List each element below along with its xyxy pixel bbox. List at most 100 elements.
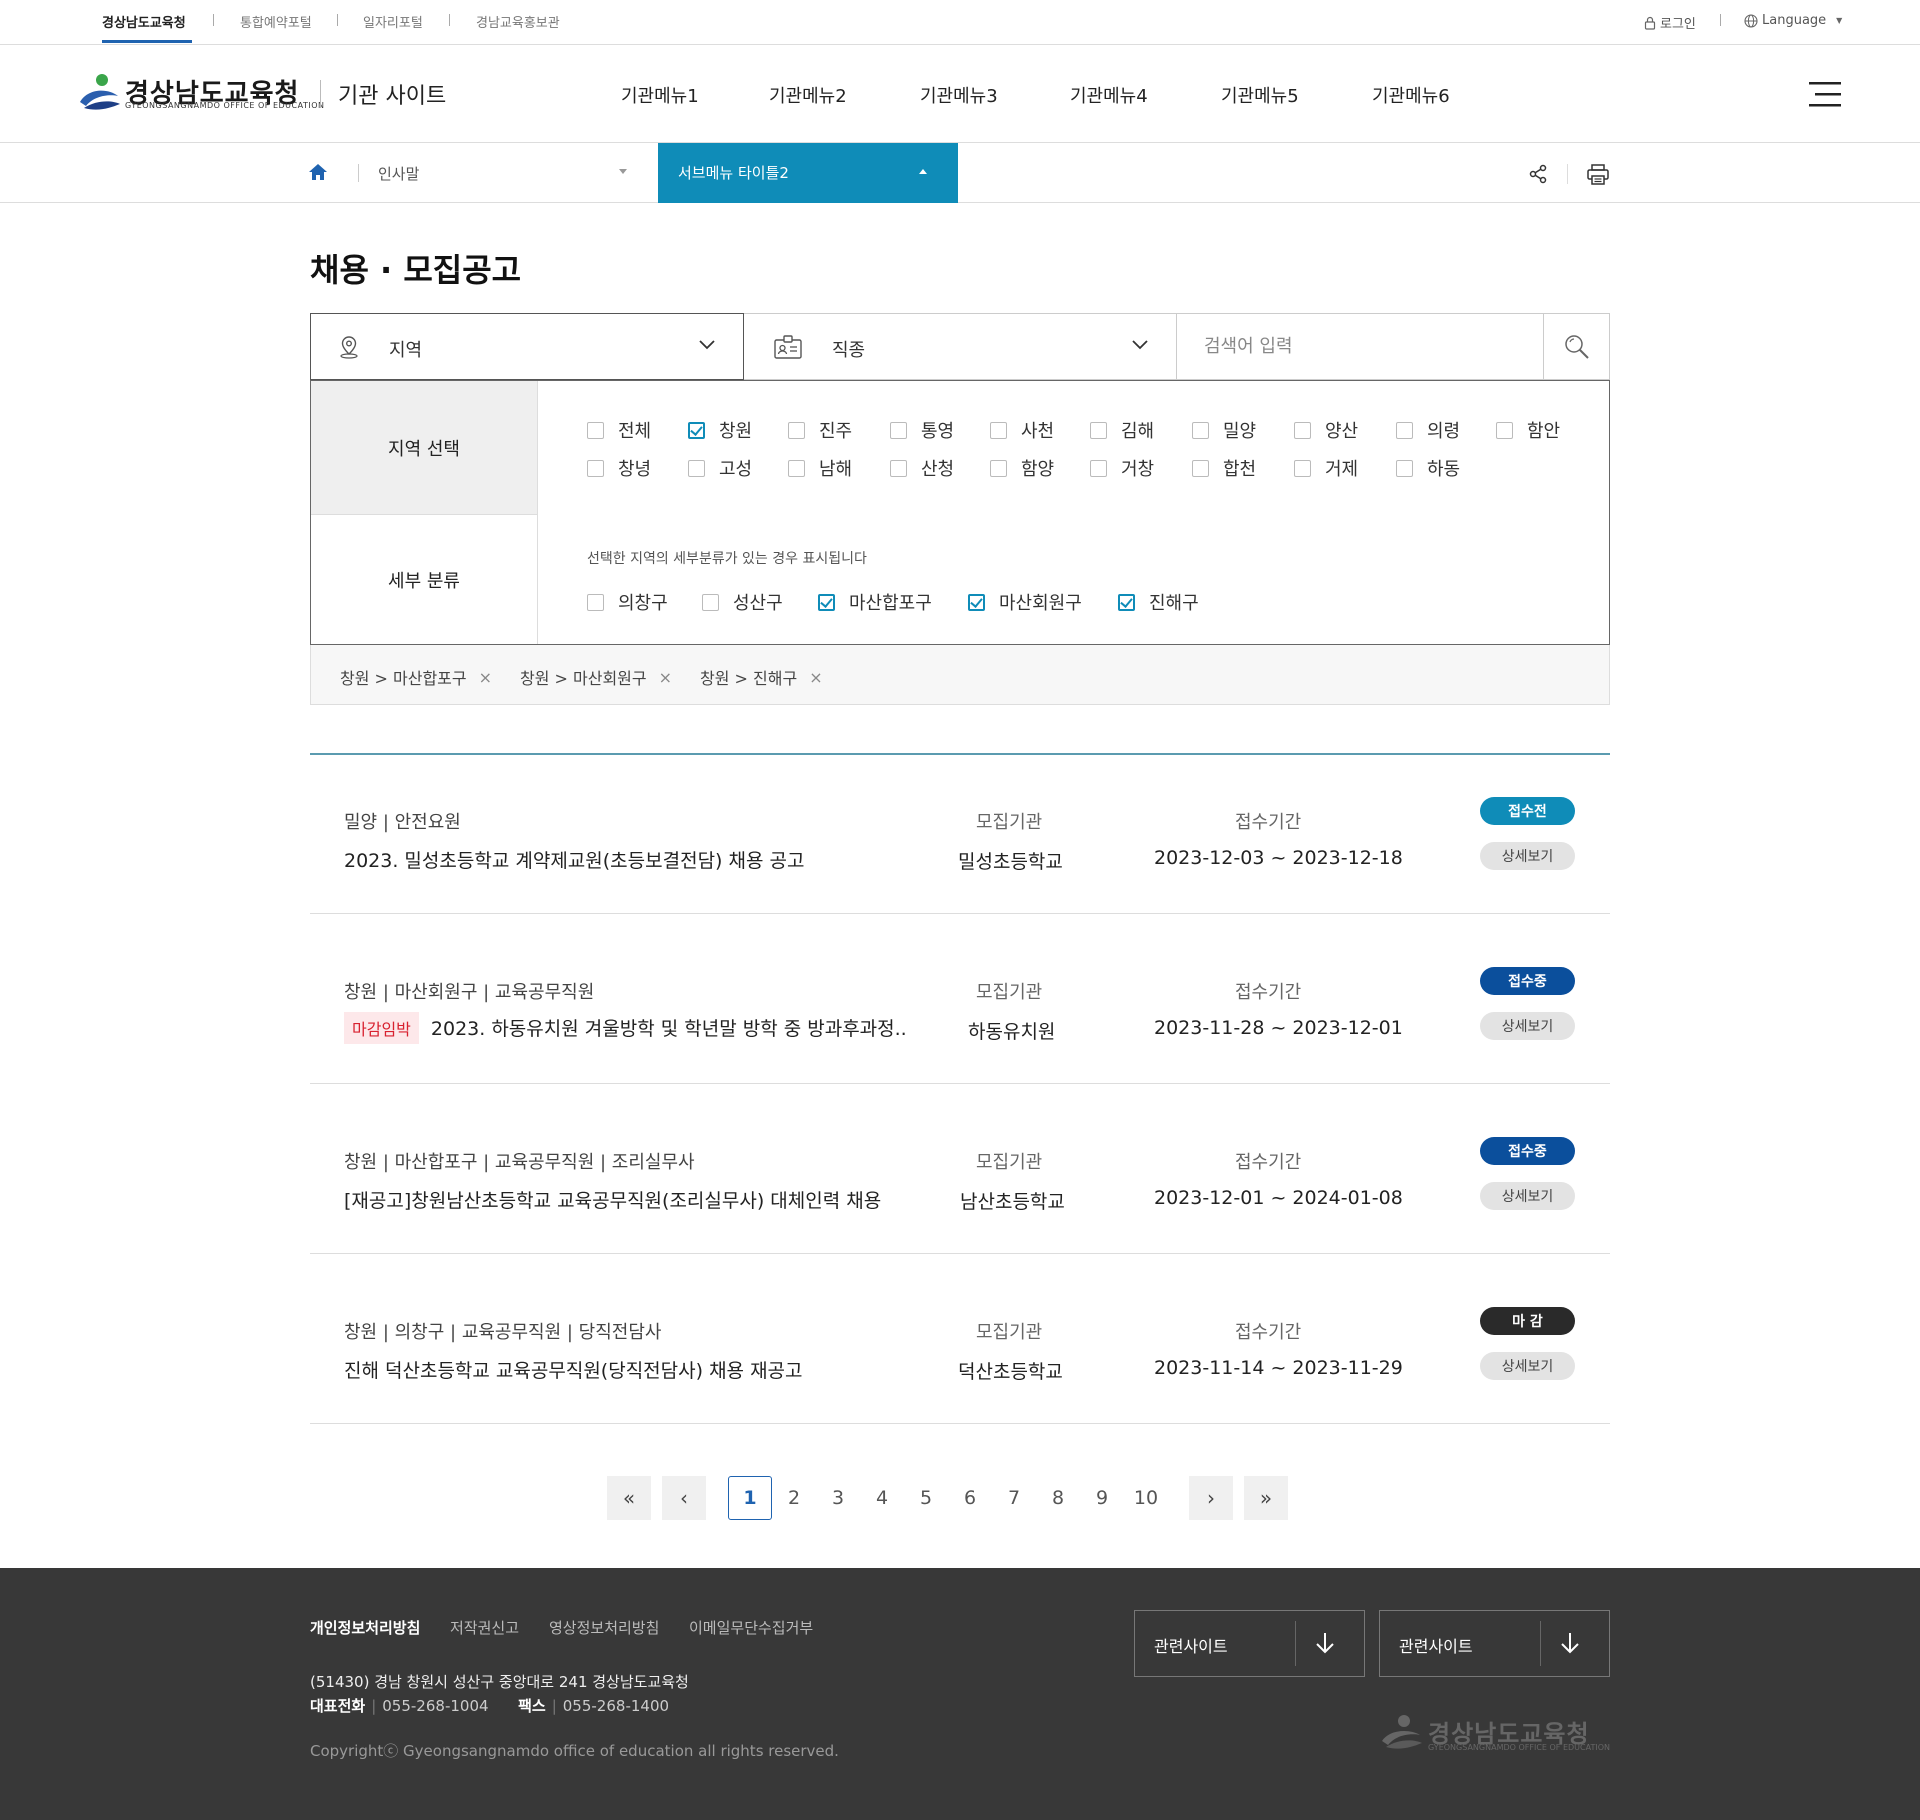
gnb-item-3[interactable]: 기관메뉴3 xyxy=(920,82,998,108)
util-link-promo[interactable]: 경남교육홍보관 xyxy=(476,12,560,31)
page-number[interactable]: 10 xyxy=(1124,1476,1168,1520)
share-icon[interactable] xyxy=(1528,164,1548,184)
region-select[interactable] xyxy=(310,313,744,380)
region-checkbox[interactable]: 거제 xyxy=(1294,455,1358,481)
checkbox-box[interactable] xyxy=(968,593,985,611)
region-checkbox[interactable]: 통영 xyxy=(890,417,954,443)
page-number[interactable]: 9 xyxy=(1080,1476,1124,1520)
detail-button[interactable]: 상세보기 xyxy=(1480,1352,1575,1380)
footer-link-cctv[interactable]: 영상정보처리방침 xyxy=(549,1617,659,1638)
checkbox-box[interactable] xyxy=(1192,421,1209,439)
job-title[interactable]: [재공고]창원남산초등학교 교육공무직원(조리실무사) 대체인력 채용 xyxy=(344,1186,881,1213)
gnb-item-2[interactable]: 기관메뉴2 xyxy=(769,82,847,108)
checkbox-box[interactable] xyxy=(702,593,719,611)
checkbox-box[interactable] xyxy=(1192,459,1209,477)
page-number[interactable]: 7 xyxy=(992,1476,1036,1520)
checkbox-box[interactable] xyxy=(587,459,604,477)
checkbox-box[interactable] xyxy=(1118,593,1135,611)
gnb-item-6[interactable]: 기관메뉴6 xyxy=(1372,82,1450,108)
checkbox-box[interactable] xyxy=(1396,421,1413,439)
checkbox-box[interactable] xyxy=(1396,459,1413,477)
job-select-label[interactable]: 직종 xyxy=(832,336,865,362)
prev-page-button[interactable]: ‹ xyxy=(662,1476,706,1520)
job-title[interactable]: 진해 덕산초등학교 교육공무직원(당직전담사) 채용 재공고 xyxy=(344,1356,803,1383)
job-title[interactable]: 마감임박 2023. 하동유치원 겨울방학 및 학년말 방학 중 방과후과정.. xyxy=(344,1012,907,1044)
page-number[interactable]: 5 xyxy=(904,1476,948,1520)
gnb-item-1[interactable]: 기관메뉴1 xyxy=(621,82,699,108)
caret-up-icon[interactable] xyxy=(919,169,927,174)
checkbox-box[interactable] xyxy=(688,421,705,439)
checkbox-box[interactable] xyxy=(587,593,604,611)
first-page-button[interactable]: « xyxy=(607,1476,651,1520)
checkbox-box[interactable] xyxy=(990,459,1007,477)
gnb-item-4[interactable]: 기관메뉴4 xyxy=(1070,82,1148,108)
home-icon[interactable] xyxy=(308,163,328,181)
detail-checkbox[interactable]: 의창구 xyxy=(587,589,668,615)
detail-checkbox[interactable]: 성산구 xyxy=(702,589,783,615)
checkbox-box[interactable] xyxy=(1496,421,1513,439)
checkbox-box[interactable] xyxy=(788,421,805,439)
page-number[interactable]: 2 xyxy=(772,1476,816,1520)
footer-link-copyright[interactable]: 저작권신고 xyxy=(450,1617,519,1638)
region-checkbox[interactable]: 양산 xyxy=(1294,417,1358,443)
page-number-current[interactable]: 1 xyxy=(728,1476,772,1520)
checkbox-box[interactable] xyxy=(788,459,805,477)
region-checkbox[interactable]: 밀양 xyxy=(1192,417,1256,443)
page-number[interactable]: 3 xyxy=(816,1476,860,1520)
footer-link-privacy[interactable]: 개인정보처리방침 xyxy=(310,1617,420,1638)
detail-checkbox[interactable]: 진해구 xyxy=(1118,589,1199,615)
close-icon[interactable]: × xyxy=(809,668,822,687)
chevron-down-icon[interactable] xyxy=(1132,340,1148,350)
region-checkbox[interactable]: 함양 xyxy=(990,455,1054,481)
region-checkbox[interactable]: 하동 xyxy=(1396,455,1460,481)
checkbox-box[interactable] xyxy=(1294,421,1311,439)
print-icon[interactable] xyxy=(1587,164,1609,185)
page-number[interactable]: 6 xyxy=(948,1476,992,1520)
detail-button[interactable]: 상세보기 xyxy=(1480,1182,1575,1210)
region-checkbox[interactable]: 거창 xyxy=(1090,455,1154,481)
region-checkbox[interactable]: 창원 xyxy=(688,417,752,443)
logo-emblem-icon[interactable] xyxy=(78,72,122,114)
close-icon[interactable]: × xyxy=(479,668,492,687)
region-checkbox[interactable]: 전체 xyxy=(587,417,651,443)
region-checkbox[interactable]: 의령 xyxy=(1396,417,1460,443)
detail-button[interactable]: 상세보기 xyxy=(1480,842,1575,870)
checkbox-box[interactable] xyxy=(587,421,604,439)
site-name[interactable]: 기관 사이트 xyxy=(338,78,446,110)
caret-down-icon[interactable] xyxy=(619,169,627,174)
last-page-button[interactable]: » xyxy=(1244,1476,1288,1520)
footer-link-email[interactable]: 이메일무단수집거부 xyxy=(689,1617,813,1638)
region-checkbox[interactable]: 김해 xyxy=(1090,417,1154,443)
region-checkbox[interactable]: 사천 xyxy=(990,417,1054,443)
job-title[interactable]: 2023. 밀성초등학교 계약제교원(초등보결전담) 채용 공고 xyxy=(344,846,804,873)
language-select[interactable]: Language ▼ xyxy=(1744,13,1842,28)
region-checkbox[interactable]: 산청 xyxy=(890,455,954,481)
checkbox-box[interactable] xyxy=(990,421,1007,439)
region-checkbox[interactable]: 고성 xyxy=(688,455,752,481)
checkbox-box[interactable] xyxy=(1090,421,1107,439)
location-menu-2[interactable]: 서브메뉴 타이틀2 xyxy=(658,143,958,203)
checkbox-box[interactable] xyxy=(688,459,705,477)
related-site-select-1[interactable]: 관련사이트 xyxy=(1134,1610,1365,1677)
region-checkbox[interactable]: 남해 xyxy=(788,455,852,481)
detail-button[interactable]: 상세보기 xyxy=(1480,1012,1575,1040)
hamburger-icon[interactable] xyxy=(1809,81,1841,107)
page-number[interactable]: 4 xyxy=(860,1476,904,1520)
region-checkbox[interactable]: 창녕 xyxy=(587,455,651,481)
util-link-jobs[interactable]: 일자리포털 xyxy=(363,12,423,31)
region-checkbox[interactable]: 함안 xyxy=(1496,417,1560,443)
checkbox-box[interactable] xyxy=(890,421,907,439)
util-link-gne[interactable]: 경상남도교육청 xyxy=(102,12,186,31)
gnb-item-5[interactable]: 기관메뉴5 xyxy=(1221,82,1299,108)
checkbox-box[interactable] xyxy=(890,459,907,477)
search-icon[interactable] xyxy=(1564,334,1590,360)
util-link-reservation[interactable]: 통합예약포털 xyxy=(240,12,312,31)
checkbox-box[interactable] xyxy=(1294,459,1311,477)
next-page-button[interactable]: › xyxy=(1189,1476,1233,1520)
login-link[interactable]: 로그인 xyxy=(1644,13,1696,32)
detail-checkbox[interactable]: 마산회원구 xyxy=(968,589,1082,615)
related-site-select-2[interactable]: 관련사이트 xyxy=(1379,1610,1610,1677)
location-menu-1[interactable]: 인사말 xyxy=(378,163,419,184)
page-number[interactable]: 8 xyxy=(1036,1476,1080,1520)
region-checkbox[interactable]: 합천 xyxy=(1192,455,1256,481)
